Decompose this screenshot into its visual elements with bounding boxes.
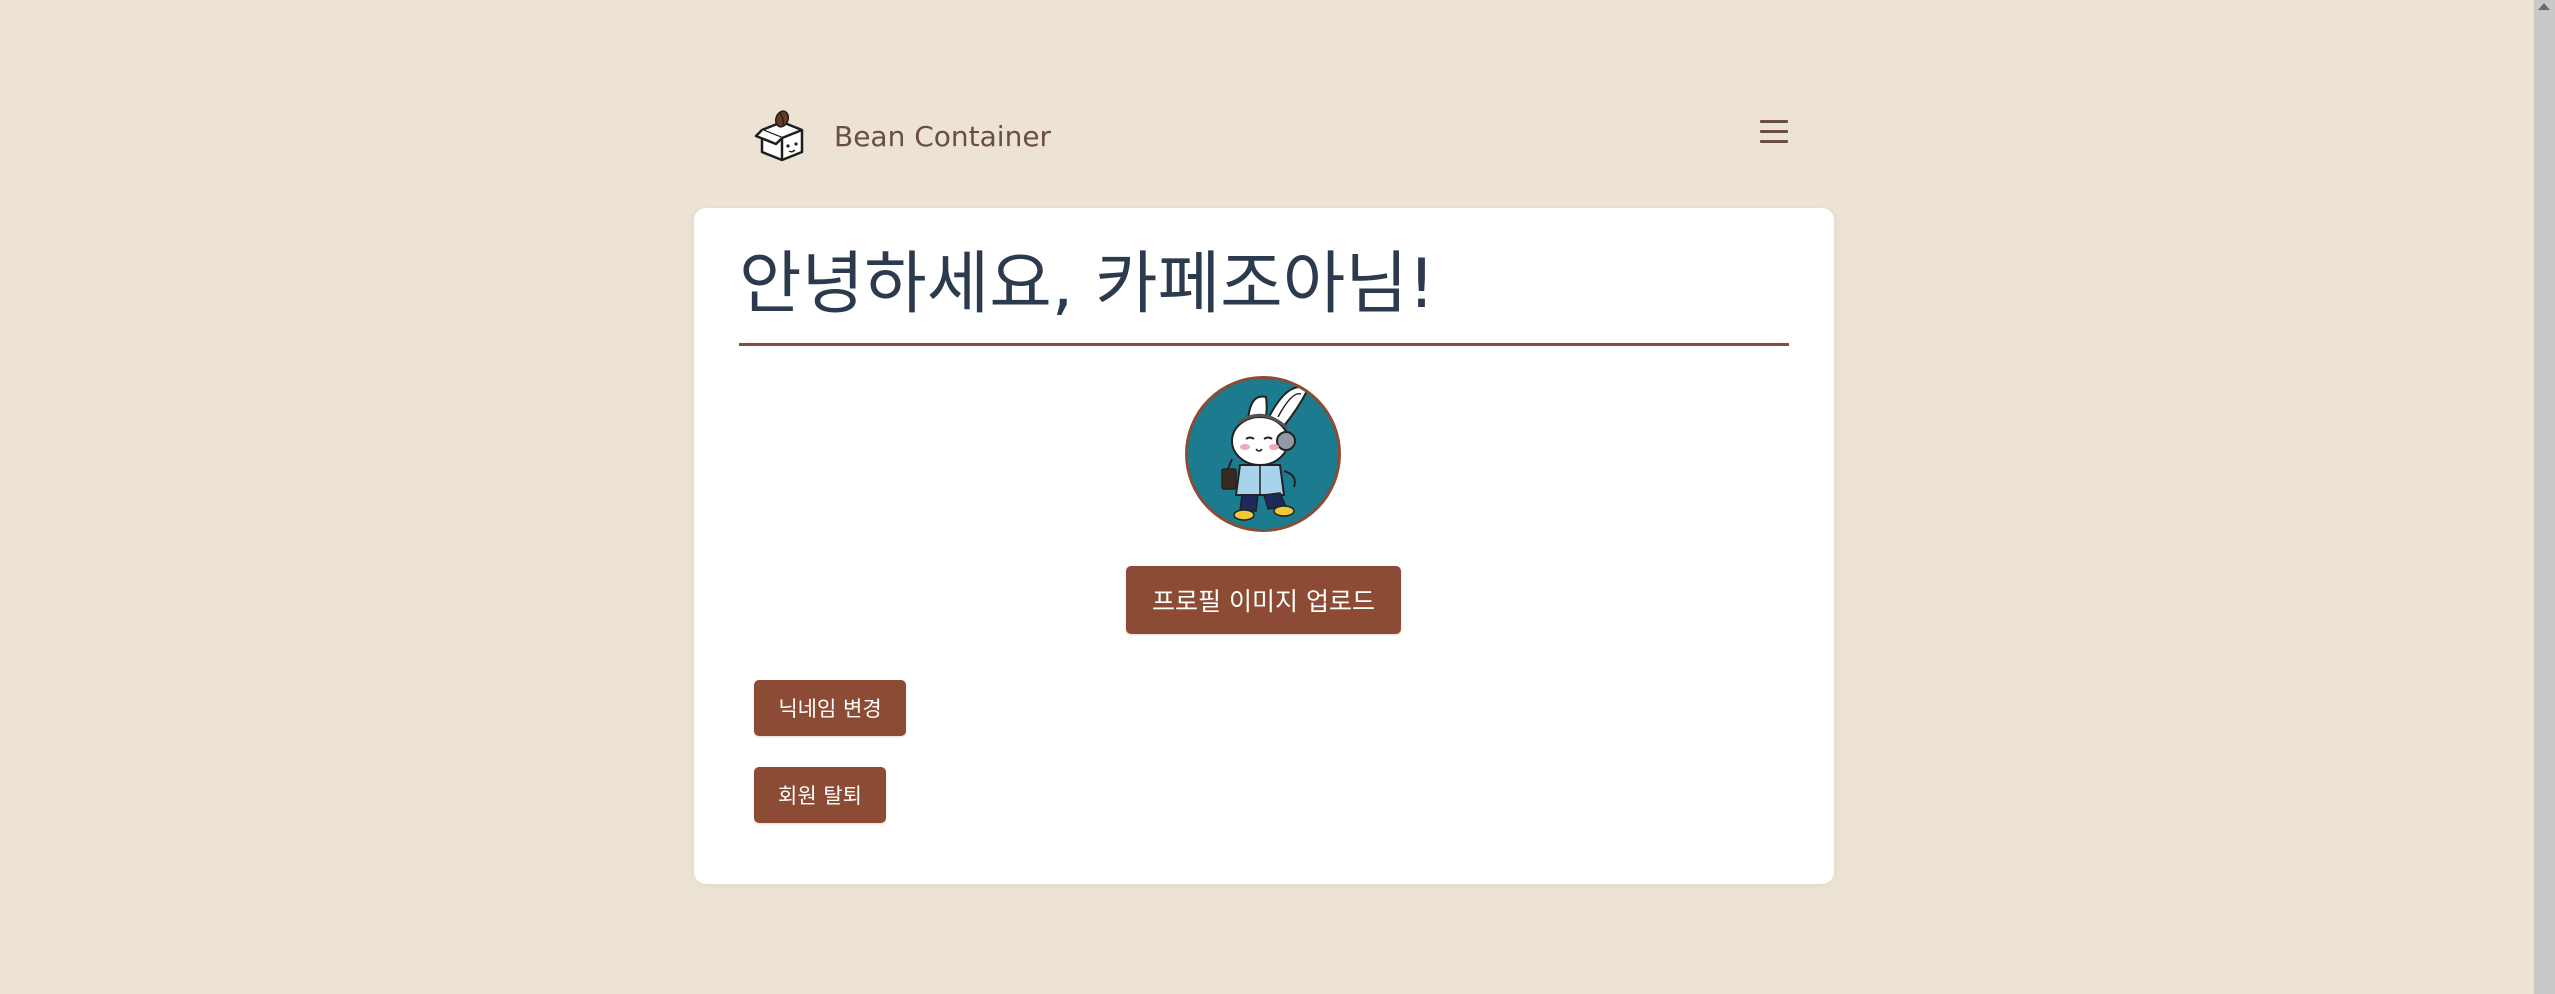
- scroll-up-arrow-icon[interactable]: [2538, 3, 2550, 10]
- brand-link[interactable]: Bean Container: [752, 106, 1051, 166]
- change-nickname-button[interactable]: 닉네임 변경: [754, 680, 906, 736]
- avatar: [1185, 376, 1341, 532]
- withdraw-account-button[interactable]: 회원 탈퇴: [754, 767, 886, 823]
- title-divider: [739, 343, 1789, 346]
- page-title: 안녕하세요, 카페조아님!: [739, 245, 1436, 324]
- scrollbar[interactable]: [2534, 0, 2555, 994]
- brand-name: Bean Container: [834, 119, 1052, 153]
- upload-profile-image-button[interactable]: 프로필 이미지 업로드: [1126, 566, 1401, 634]
- page: Bean Container 안녕하세요, 카페조아님! 프로필 이미지 업로드…: [0, 0, 2555, 994]
- profile-card: 안녕하세요, 카페조아님! 프로필 이미지 업로드 닉네임 변경 회원 탈퇴: [694, 208, 1834, 884]
- hamburger-menu-icon[interactable]: [1756, 116, 1792, 148]
- header: Bean Container: [742, 98, 1792, 170]
- bean-box-icon: [754, 110, 804, 162]
- rabbit-avatar-image: [1188, 379, 1338, 529]
